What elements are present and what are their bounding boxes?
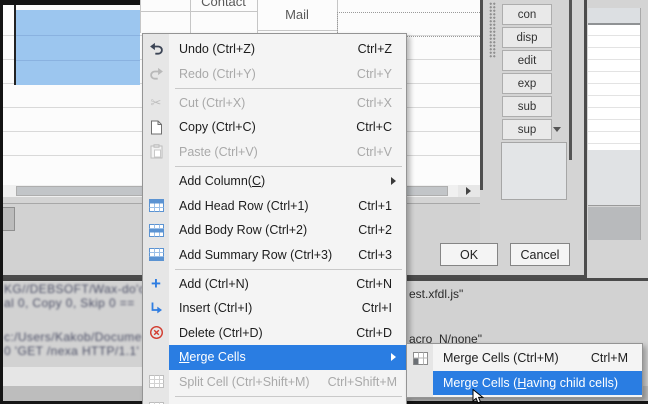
delete-icon bbox=[147, 324, 165, 342]
console-footer-light bbox=[0, 367, 142, 386]
menu-item-copy[interactable]: Copy (Ctrl+C) Ctrl+C bbox=[143, 115, 406, 140]
column-header-contact[interactable]: Contact bbox=[190, 0, 257, 9]
menu-item-add-summary-row[interactable]: Add Summary Row (Ctrl+3) Ctrl+3 bbox=[143, 242, 406, 267]
ide-right-block-dark bbox=[588, 207, 640, 240]
property-button-subform[interactable]: sub bbox=[502, 96, 552, 117]
context-menu: Undo (Ctrl+Z) Ctrl+Z Redo (Ctrl+Y) Ctrl+… bbox=[142, 33, 407, 404]
ide-right-grid-edge bbox=[640, 8, 641, 240]
menu-item-insert[interactable]: Insert (Ctrl+I) Ctrl+I bbox=[143, 296, 406, 321]
submenu-item-merge-cells[interactable]: Merge Cells (Ctrl+M) Ctrl+M bbox=[407, 346, 642, 371]
ide-right-grid-rows bbox=[588, 35, 640, 148]
insert-arrow-icon bbox=[147, 299, 165, 317]
console-log-line: KG//DEBSOFT/Wax-do'o bbox=[4, 282, 146, 296]
window-left-edge bbox=[0, 0, 3, 404]
console-log-line: 0 'GET /nexa HTTP/1.1' bbox=[4, 344, 139, 358]
split-cell-icon bbox=[147, 373, 165, 391]
ide-right-grid-header bbox=[588, 8, 640, 23]
submenu-item-merge-cells-having-child-cells[interactable]: Merge Cells (Having child cells) bbox=[407, 371, 642, 396]
plus-icon: + bbox=[147, 275, 165, 293]
menu-item-split-cell[interactable]: Split Cell (Ctrl+Shift+M) Ctrl+Shift+M bbox=[143, 370, 406, 395]
selected-cell-divider bbox=[16, 60, 140, 61]
console-log-fragment: est.xfdl.js" bbox=[409, 287, 463, 301]
column-header-mail[interactable]: Mail bbox=[257, 7, 337, 22]
menu-item-undo[interactable]: Undo (Ctrl+Z) Ctrl+Z bbox=[143, 37, 406, 62]
dialog-right-border bbox=[584, 0, 587, 278]
property-button-export[interactable]: exp bbox=[502, 73, 552, 94]
console-log-line: al 0, Copy 0, Skip 0 == bbox=[4, 296, 135, 310]
table-gridline-v bbox=[140, 0, 141, 33]
right-arrow-icon bbox=[466, 187, 475, 195]
ide-right-block-light bbox=[588, 150, 640, 206]
ok-button[interactable]: OK bbox=[440, 243, 498, 266]
selected-cell-divider bbox=[16, 35, 140, 36]
property-button-display[interactable]: disp bbox=[502, 27, 552, 48]
selected-cells[interactable] bbox=[16, 10, 140, 85]
menu-item-add-body-row[interactable]: Add Body Row (Ctrl+2) Ctrl+2 bbox=[143, 218, 406, 243]
merge-cells-icon bbox=[411, 349, 429, 367]
menu-item-redo[interactable]: Redo (Ctrl+Y) Ctrl+Y bbox=[143, 62, 406, 87]
window-top-edge bbox=[0, 0, 140, 5]
submenu-arrow-icon bbox=[391, 353, 400, 361]
menu-item-paste[interactable]: Paste (Ctrl+V) Ctrl+V bbox=[143, 140, 406, 165]
menu-item-add-head-row[interactable]: Add Head Row (Ctrl+1) Ctrl+1 bbox=[143, 193, 406, 218]
screen: KG//DEBSOFT/Wax-do'o al 0, Copy 0, Skip … bbox=[0, 0, 648, 404]
table-gridline-h bbox=[257, 30, 337, 31]
menu-item-add-column[interactable]: Add Column(C) bbox=[143, 169, 406, 194]
panel-tab[interactable] bbox=[2, 207, 15, 231]
property-button-contents[interactable]: con bbox=[502, 4, 552, 25]
grid-icon bbox=[147, 400, 165, 404]
panel-inner-edge bbox=[569, 0, 572, 160]
mouse-cursor bbox=[472, 389, 488, 404]
add-head-row-icon bbox=[147, 197, 165, 215]
redo-icon bbox=[147, 65, 165, 83]
submenu-arrow-icon bbox=[391, 177, 400, 185]
property-button-support[interactable]: sup bbox=[502, 119, 552, 140]
menu-item-add[interactable]: + Add (Ctrl+N) Ctrl+N bbox=[143, 271, 406, 296]
scissors-icon: ✂ bbox=[147, 94, 165, 112]
splitter-handle[interactable] bbox=[489, 2, 496, 58]
menu-item-delete[interactable]: Delete (Ctrl+D) Ctrl+D bbox=[143, 321, 406, 346]
cancel-button[interactable]: Cancel bbox=[510, 243, 570, 266]
description-box bbox=[501, 142, 567, 200]
property-button-edit[interactable]: edit bbox=[502, 50, 552, 71]
menu-item-partial[interactable]: Copy Width (Ctrl+W) Ctrl+W bbox=[143, 399, 406, 404]
panel-edge-left bbox=[480, 0, 483, 190]
console-log-line: c:/Users/Kakob/Docume bbox=[4, 330, 142, 344]
add-body-row-icon bbox=[147, 221, 165, 239]
chevron-down-icon[interactable] bbox=[553, 127, 561, 136]
menu-item-merge-cells[interactable]: Merge Cells bbox=[143, 345, 406, 370]
h-scrollbar-right-button[interactable] bbox=[458, 185, 480, 197]
copy-icon bbox=[147, 118, 165, 136]
add-summary-row-icon bbox=[147, 246, 165, 264]
merge-cells-submenu: Merge Cells (Ctrl+M) Ctrl+M Merge Cells … bbox=[406, 343, 643, 398]
undo-icon bbox=[147, 40, 165, 58]
table-gridline-h bbox=[140, 11, 257, 12]
menu-item-cut[interactable]: ✂ Cut (Ctrl+X) Ctrl+X bbox=[143, 91, 406, 116]
paste-icon bbox=[147, 143, 165, 161]
